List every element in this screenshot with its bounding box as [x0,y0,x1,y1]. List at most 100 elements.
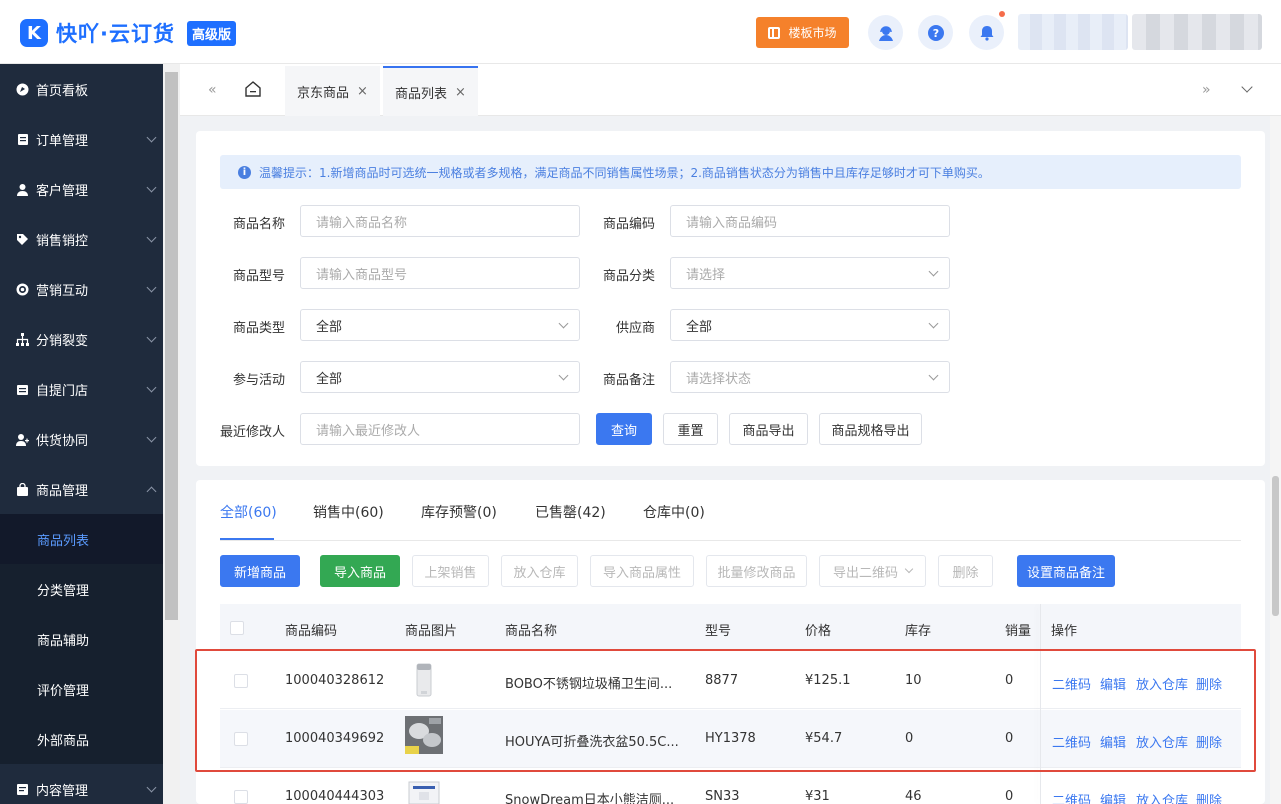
column-header-sales: 销量 [1005,624,1032,639]
tab-product-list[interactable]: 商品列表 × [383,66,478,116]
tag-icon [16,233,29,246]
chevron-down-icon [146,132,157,143]
status-tab-warehouse[interactable]: 仓库中(0) [643,502,705,522]
activity-select[interactable]: 全部 [300,361,580,393]
remark-select[interactable]: 请选择状态 [670,361,950,393]
status-tab-divider [220,540,1241,541]
column-header-actions: 操作 [1051,624,1078,639]
product-type-select[interactable]: 全部 [300,309,580,341]
sidebar-item-marketing[interactable]: 营销互动 [0,264,163,314]
blurred-user-avatar[interactable] [1132,14,1262,50]
chevron-down-icon [146,432,157,443]
sidebar-item-customers[interactable]: 客户管理 [0,164,163,214]
status-tab-sold-out[interactable]: 已售罄(42) [535,502,606,522]
tab-label: 商品列表 [395,86,448,102]
app-logo[interactable]: K 快吖·云订货 高级版 [20,18,236,48]
delete-link[interactable]: 删除 [1196,790,1222,804]
scroll-right-icon[interactable]: » [1202,82,1211,98]
sidebar-scrollbar[interactable] [163,64,180,804]
export-products-button[interactable]: 商品导出 [729,413,808,445]
select-all-checkbox[interactable] [230,621,244,635]
home-tab-icon[interactable] [244,80,262,102]
sidebar-item-products[interactable]: 商品管理 [0,464,163,514]
edit-link[interactable]: 编辑 [1100,790,1126,804]
batch-edit-button[interactable]: 批量修改商品 [706,555,807,587]
import-attributes-button[interactable]: 导入商品属性 [590,555,694,587]
move-to-warehouse-link[interactable]: 放入仓库 [1136,790,1188,804]
main-scrollbar[interactable] [1270,116,1281,804]
scrollbar-thumb[interactable] [1272,476,1279,616]
set-remark-button[interactable]: 设置商品备注 [1017,555,1115,587]
close-icon[interactable]: × [455,85,466,100]
market-button-label: 楼板市场 [788,26,837,40]
filter-label-activity: 参与活动 [232,373,285,388]
remark-select-value: 请选择状态 [686,371,752,387]
activity-value: 全部 [316,371,343,387]
column-header-code: 商品编码 [285,624,338,639]
query-button[interactable]: 查询 [596,413,652,445]
status-tab-on-sale[interactable]: 销售中(60) [313,502,384,522]
chevron-up-icon [146,486,157,497]
status-tab-stock-warning[interactable]: 库存预警(0) [421,502,497,522]
delete-button[interactable]: 删除 [938,555,993,587]
sidebar-item-label: 订单管理 [36,133,89,149]
filter-label-category: 商品分类 [602,269,655,284]
import-products-button[interactable]: 导入商品 [320,555,400,587]
qrcode-link[interactable]: 二维码 [1052,790,1091,804]
help-icon[interactable]: ? [918,15,953,50]
sidebar-subitem-reviews[interactable]: 评价管理 [0,664,163,714]
sidebar-subitem-product-list[interactable]: 商品列表 [0,514,163,564]
modifier-input[interactable]: 请输入最近修改人 [300,413,580,445]
chevron-down-icon [146,282,157,293]
info-icon: i [238,165,251,179]
sidebar-item-orders[interactable]: 订单管理 [0,114,163,164]
sidebar-subitem-product-aux[interactable]: 商品辅助 [0,614,163,664]
sidebar-subitem-category[interactable]: 分类管理 [0,564,163,614]
market-button[interactable]: 楼板市场 [756,17,849,48]
product-model-input[interactable]: 请输入商品型号 [300,257,580,289]
scroll-left-icon[interactable]: « [208,82,217,98]
product-name[interactable]: SnowDream日本小熊洁厕... [505,789,674,804]
export-qr-button[interactable]: 导出二维码 [819,555,926,587]
market-icon [768,26,781,39]
support-icon[interactable] [868,15,903,50]
column-header-price: 价格 [805,624,832,639]
chevron-down-icon [146,232,157,243]
sidebar-subitem-external[interactable]: 外部商品 [0,714,163,764]
move-to-warehouse-button[interactable]: 放入仓库 [501,555,578,587]
supply-icon [16,433,29,446]
bell-icon[interactable] [969,11,1005,50]
scrollbar-thumb[interactable] [165,72,178,620]
filter-label-name: 商品名称 [232,217,285,232]
list-for-sale-button[interactable]: 上架销售 [412,555,489,587]
product-type-value: 全部 [316,319,343,335]
sidebar-item-label: 首页看板 [36,83,89,99]
filter-label-code: 商品编码 [602,217,655,232]
product-name-input[interactable]: 请输入商品名称 [300,205,580,237]
close-icon[interactable]: × [357,84,368,99]
sidebar-item-label: 分销裂变 [36,333,89,349]
sidebar-item-supply[interactable]: 供货协同 [0,414,163,464]
category-select[interactable]: 请选择 [670,257,950,289]
sidebar-item-dashboard[interactable]: 首页看板 [0,64,163,114]
row-checkbox[interactable] [234,790,248,804]
export-specs-button[interactable]: 商品规格导出 [819,413,922,445]
reset-button[interactable]: 重置 [663,413,718,445]
tab-jd-products[interactable]: 京东商品 × [285,66,380,116]
product-image[interactable] [405,780,443,804]
blurred-account-info[interactable] [1018,14,1128,50]
tabs-dropdown-icon[interactable] [1241,81,1253,93]
sidebar-item-content[interactable]: 内容管理 [0,764,163,804]
category-select-value: 请选择 [686,267,726,283]
product-code-input[interactable]: 请输入商品编码 [670,205,950,237]
sidebar-item-pickup-store[interactable]: 自提门店 [0,364,163,414]
sidebar-item-distribution[interactable]: 分销裂变 [0,314,163,364]
supplier-select[interactable]: 全部 [670,309,950,341]
top-header: K 快吖·云订货 高级版 楼板市场 ? [0,0,1281,64]
hierarchy-icon [16,332,29,346]
filter-label-supplier: 供应商 [615,321,655,336]
status-tab-all[interactable]: 全部(60) [220,502,277,522]
add-product-button[interactable]: 新增商品 [220,555,300,587]
sidebar-item-sales-control[interactable]: 销售销控 [0,214,163,264]
product-model: SN33 [705,789,740,804]
